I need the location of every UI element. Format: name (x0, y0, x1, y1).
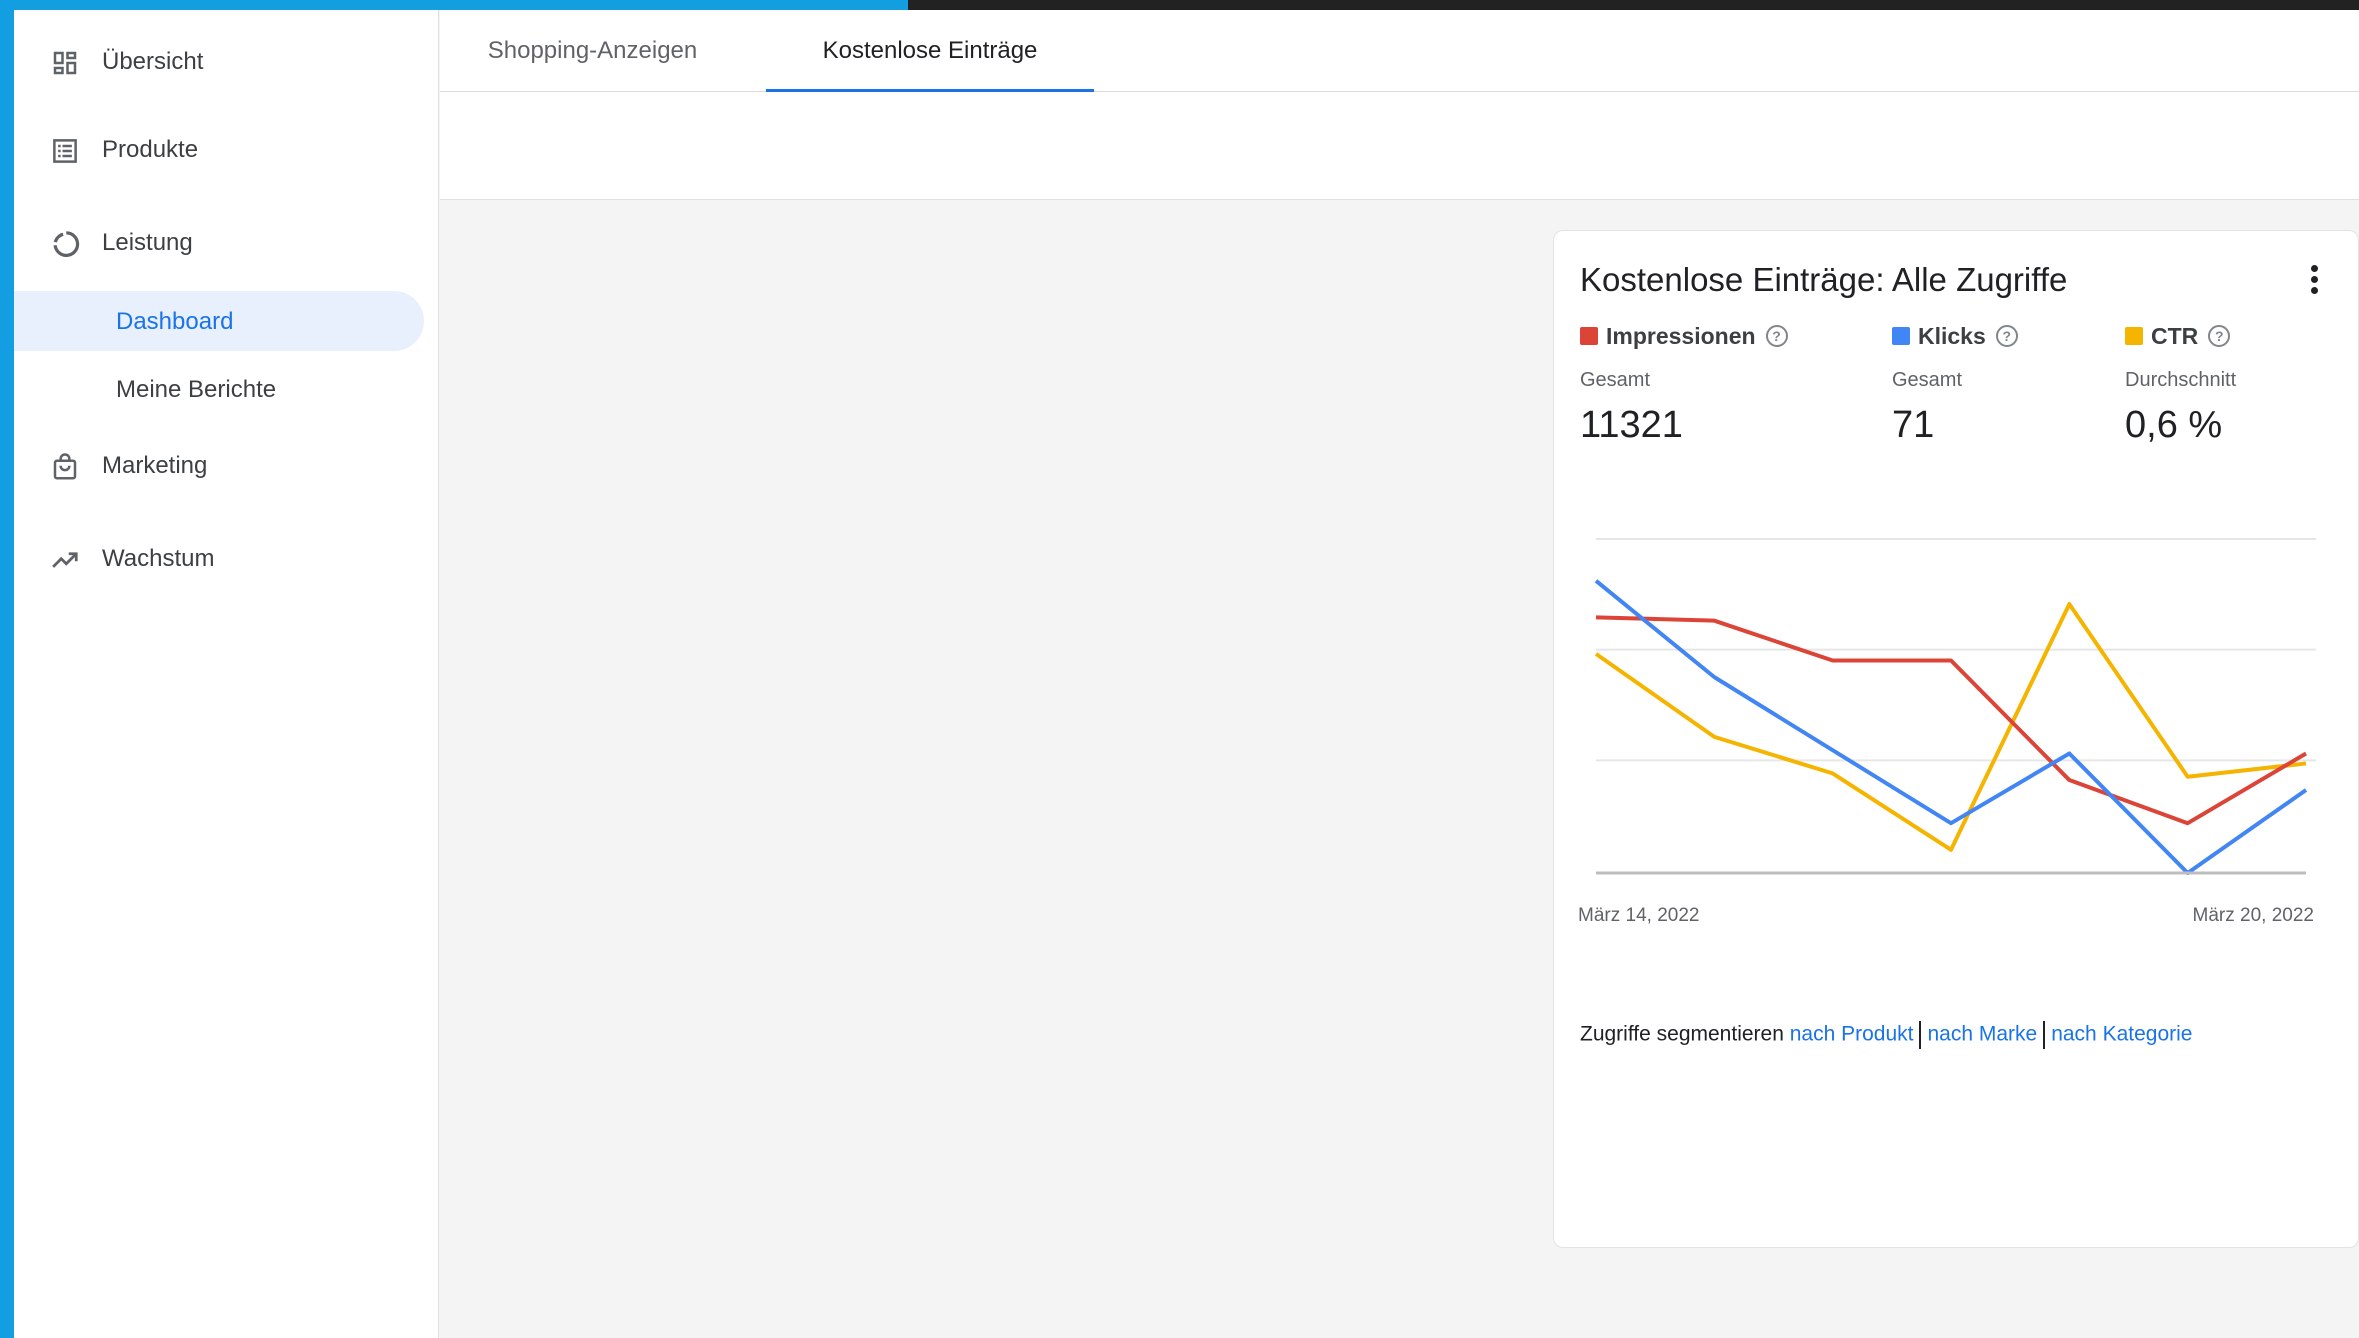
metric-klicks[interactable]: Klicks ? Gesamt 71 (1892, 321, 2018, 447)
metric-ctr[interactable]: CTR ? Durchschnitt 0,6 % (2125, 321, 2236, 447)
filter-strip (440, 92, 2359, 200)
metric-name: Impressionen (1606, 322, 1756, 349)
legend-swatch (1580, 327, 1598, 345)
tab-kostenlose-eintraege[interactable]: Kostenlose Einträge (766, 10, 1094, 93)
series-line-ctr[interactable] (1594, 602, 2307, 852)
tab-label: Kostenlose Einträge (822, 37, 1038, 64)
sidebar-subitem-label: Meine Berichte (116, 376, 277, 403)
x-tick-label-start: März 14, 2022 (1578, 905, 1699, 926)
segment-prefix: Zugriffe segmentieren (1580, 1022, 1784, 1046)
tab-bar: Shopping-Anzeigen Kostenlose Einträge (440, 10, 2359, 93)
metric-value: 0,6 % (2125, 404, 2223, 446)
metric-name: CTR (2151, 322, 2199, 349)
card-title: Kostenlose Einträge: Alle Zugriffe (1580, 261, 2068, 298)
sidebar-item-marketing[interactable]: Marketing (14, 436, 439, 496)
metric-subtitle: Durchschnitt (2125, 369, 2237, 391)
dashboard-grid-icon (53, 51, 77, 75)
tab-label: Shopping-Anzeigen (487, 37, 698, 64)
sidebar-item-label: Übersicht (102, 48, 204, 75)
segment-traffic: Zugriffe segmentieren nach Produkt nach M… (1580, 1021, 2192, 1049)
performance-ring-icon (53, 231, 80, 257)
more-vert-icon[interactable] (2302, 261, 2326, 301)
traffic-card: Kostenlose Einträge: Alle Zugriffe Impre… (1553, 230, 2359, 1248)
divider (2043, 1021, 2046, 1049)
metric-subtitle: Gesamt (1580, 369, 1651, 391)
sidebar-item-label: Marketing (102, 452, 208, 479)
legend-swatch (2125, 327, 2143, 345)
sidebar-item-produkte[interactable]: Produkte (14, 120, 439, 180)
trending-up-icon (52, 552, 78, 568)
left-accent-stripe (0, 0, 14, 1338)
metric-subtitle: Gesamt (1892, 369, 1963, 391)
help-circle-icon[interactable]: ? (2208, 325, 2231, 347)
divider (1919, 1021, 1922, 1049)
segment-by-product-link[interactable]: nach Produkt (1790, 1023, 1914, 1046)
top-accent-bar (0, 0, 908, 10)
metric-value: 11321 (1580, 404, 1683, 446)
metric-value: 71 (1892, 404, 1935, 446)
sidebar-item-label: Leistung (102, 229, 193, 256)
segment-by-category-link[interactable]: nach Kategorie (2051, 1023, 2192, 1046)
shopping-bag-icon (53, 453, 77, 480)
top-dark-bar (908, 0, 2359, 10)
sidebar-item-label: Produkte (102, 136, 199, 163)
help-circle-icon[interactable]: ? (1765, 325, 1788, 347)
metric-name: Klicks (1918, 322, 1986, 349)
legend-swatch (1892, 327, 1910, 345)
sidebar-item-leistung[interactable]: Leistung (14, 213, 439, 273)
sidebar-item-wachstum[interactable]: Wachstum (14, 529, 439, 589)
sidebar-subitem-meine-berichte[interactable]: Meine Berichte (14, 359, 424, 419)
tab-shopping-anzeigen[interactable]: Shopping-Anzeigen (465, 10, 720, 92)
sidebar: Übersicht Produkte Leistung Dashboard Me… (14, 10, 439, 1338)
help-circle-icon[interactable]: ? (1995, 325, 2018, 347)
x-tick-label-end: März 20, 2022 (2193, 905, 2314, 926)
sidebar-item-label: Wachstum (102, 545, 215, 572)
series-line-impressionen[interactable] (1595, 615, 2308, 826)
sidebar-subitem-dashboard[interactable]: Dashboard (14, 291, 424, 351)
sidebar-item-uebersicht[interactable]: Übersicht (14, 32, 439, 92)
product-list-icon (53, 139, 77, 163)
sidebar-subitem-label: Dashboard (116, 308, 234, 335)
segment-by-brand-link[interactable]: nach Marke (1927, 1023, 2037, 1046)
metric-impressionen[interactable]: Impressionen ? Gesamt 11321 (1580, 321, 1788, 447)
line-chart: März 14, 2022 März 20, 2022 (1578, 538, 2316, 926)
